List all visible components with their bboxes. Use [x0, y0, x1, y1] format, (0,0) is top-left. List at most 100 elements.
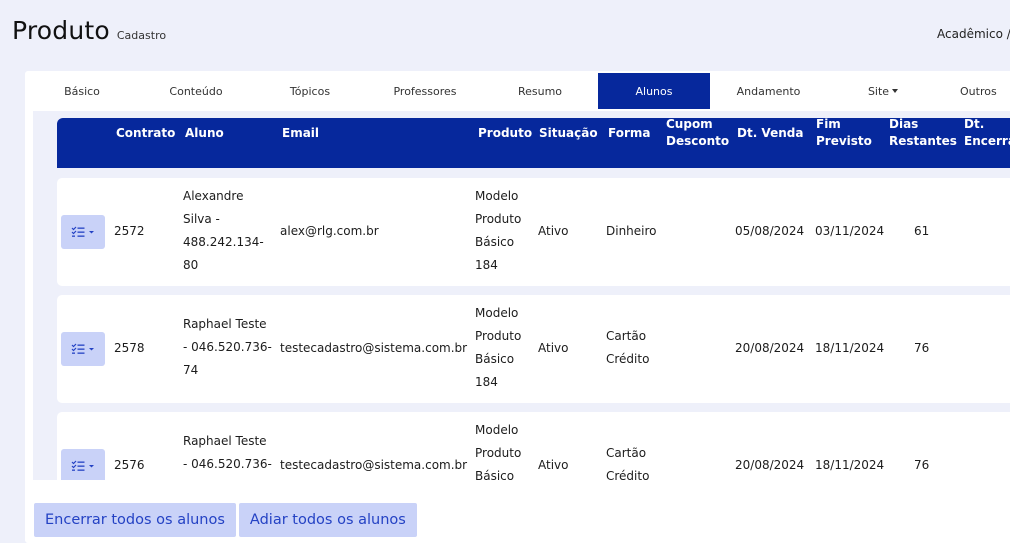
tab-alunos[interactable]: Alunos [598, 73, 710, 109]
list-check-icon [71, 460, 94, 471]
col-cupom-line1: Cupom [666, 117, 713, 131]
tab-label: Resumo [517, 84, 563, 98]
students-table-container[interactable]: Contrato Aluno Email Produto Situação Fo… [33, 111, 1010, 480]
cell-line: Crédito [606, 469, 650, 480]
tab-professores[interactable]: Professores [367, 73, 483, 109]
cell-line: 80 [183, 258, 199, 272]
tab-label: Outros [960, 84, 997, 98]
col-dt-encerramento: Dt. Encerramento [964, 116, 1010, 150]
cell-line: Modelo [475, 423, 519, 437]
col-fim-line2: Previsto [816, 134, 872, 148]
cell-aluno[interactable]: Raphael Teste - 046.520.736- 74 [183, 313, 272, 382]
tab-label: Professores [393, 84, 457, 98]
cell-line: Básico [475, 352, 515, 366]
cell-aluno[interactable]: Raphael Teste - 046.520.736- [183, 430, 272, 476]
col-fim-previsto: Fim Previsto [816, 116, 872, 150]
cell-line: 74 [183, 363, 199, 377]
cell-forma: Cartão Crédito [606, 442, 649, 480]
adiar-todos-button[interactable]: Adiar todos os alunos [238, 503, 417, 537]
tab-bar: Básico Conteúdo Tópicos Professores Resu… [25, 73, 1010, 109]
cell-line: Modelo [475, 306, 519, 320]
table-row: 2578 Raphael Teste - 046.520.736- 74 tes… [57, 295, 1010, 403]
cell-forma: Dinheiro [606, 224, 657, 238]
tab-label: Site [867, 84, 890, 98]
col-cupom-line2: Desconto [666, 134, 730, 148]
row-actions-button[interactable] [61, 332, 105, 366]
caret-down-icon [892, 89, 899, 93]
row-actions-button[interactable] [61, 449, 105, 480]
col-dias-restantes: Dias Restantes [889, 116, 957, 150]
encerrar-todos-button[interactable]: Encerrar todos os alunos [34, 503, 236, 537]
cell-produto: Modelo Produto Básico [475, 419, 521, 480]
cell-dt-venda: 20/08/2024 [735, 458, 805, 472]
tab-topicos[interactable]: Tópicos [253, 73, 367, 109]
cell-line: Cartão [606, 329, 647, 343]
table-row: 2572 Alexandre Silva - 488.242.134- 80 a… [57, 178, 1010, 286]
tab-label: Conteúdo [169, 84, 223, 98]
cell-email: testecadastro@sistema.com.br [280, 341, 468, 355]
tab-outros[interactable]: Outros [960, 73, 1010, 109]
tab-label: Tópicos [289, 84, 331, 98]
list-check-icon [71, 226, 94, 237]
cell-dt-venda: 20/08/2024 [735, 341, 805, 355]
page-title: Produto [12, 16, 110, 45]
cell-aluno[interactable]: Alexandre Silva - 488.242.134- 80 [183, 185, 264, 277]
col-cupom: Cupom Desconto [666, 116, 729, 150]
cell-produto: Modelo Produto Básico 184 [475, 302, 521, 394]
cell-line: Básico [475, 235, 515, 249]
cell-produto: Modelo Produto Básico 184 [475, 185, 521, 277]
col-fim-line1: Fim [816, 117, 841, 131]
row-actions-button[interactable] [61, 215, 105, 249]
col-dias-line1: Dias [889, 117, 919, 131]
tab-resumo[interactable]: Resumo [483, 73, 597, 109]
cell-line: Produto [475, 212, 522, 226]
tab-label: Alunos [635, 84, 673, 98]
cell-contrato: 2576 [114, 458, 145, 472]
cell-fim-previsto: 03/11/2024 [815, 224, 885, 238]
tab-basico[interactable]: Básico [25, 73, 139, 109]
tab-site[interactable]: Site [826, 73, 940, 109]
product-card: Básico Conteúdo Tópicos Professores Resu… [25, 71, 1010, 543]
cell-line: Alexandre [183, 189, 244, 203]
cell-line: - 046.520.736- [183, 457, 272, 471]
cell-line: - 046.520.736- [183, 340, 272, 354]
col-contrato: Contrato [116, 126, 176, 140]
cell-contrato: 2578 [114, 341, 145, 355]
cell-email: alex@rlg.com.br [280, 224, 379, 238]
col-dtenc-line2: Encerramento [964, 134, 1010, 148]
cell-line: Silva - [183, 212, 220, 226]
tab-conteudo[interactable]: Conteúdo [139, 73, 253, 109]
cell-situacao: Ativo [538, 341, 569, 355]
cell-line: Básico [475, 469, 515, 480]
bulk-actions: Encerrar todos os alunos Adiar todos os … [34, 503, 420, 537]
tab-label: Básico [64, 84, 100, 98]
cell-forma: Cartão Crédito [606, 325, 649, 371]
breadcrumb: Acadêmico / [937, 27, 1010, 41]
page-header: Produto Cadastro [12, 16, 166, 45]
tab-andamento[interactable]: Andamento [711, 73, 826, 109]
col-dias-line2: Restantes [889, 134, 957, 148]
table-row: 2576 Raphael Teste - 046.520.736- testec… [57, 412, 1010, 480]
cell-dias-restantes: 76 [914, 458, 930, 472]
cell-line: Produto [475, 446, 522, 460]
col-dtenc-line1: Dt. [964, 117, 985, 131]
col-email: Email [282, 126, 320, 140]
tab-label: Andamento [736, 84, 801, 98]
col-aluno: Aluno [185, 126, 224, 140]
col-dt-venda: Dt. Venda [737, 126, 804, 140]
table-header: Contrato Aluno Email Produto Situação Fo… [57, 116, 1010, 168]
cell-line: Modelo [475, 189, 519, 203]
list-check-icon [71, 343, 94, 354]
cell-line: Crédito [606, 352, 650, 366]
cell-fim-previsto: 18/11/2024 [815, 458, 885, 472]
cell-line: 184 [475, 375, 498, 389]
col-forma: Forma [608, 126, 651, 140]
cell-email: testecadastro@sistema.com.br [280, 458, 468, 472]
page-subtitle: Cadastro [116, 29, 167, 42]
cell-situacao: Ativo [538, 458, 569, 472]
cell-situacao: Ativo [538, 224, 569, 238]
cell-dt-venda: 05/08/2024 [735, 224, 805, 238]
col-produto: Produto [478, 126, 533, 140]
cell-line: 184 [475, 258, 498, 272]
cell-dias-restantes: 61 [914, 224, 930, 238]
